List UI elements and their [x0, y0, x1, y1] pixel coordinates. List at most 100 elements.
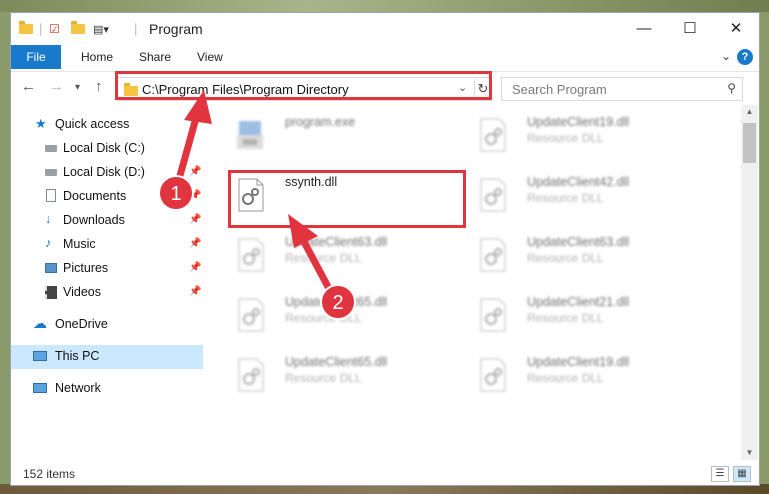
file-name: UpdateClient65.dll	[285, 355, 388, 369]
sidebar-item-label: Downloads	[63, 213, 125, 227]
file-item[interactable]: UpdateClient65.dll Resource DLL	[227, 289, 467, 339]
address-highlight-box	[115, 71, 492, 100]
up-arrow-icon[interactable]: ↑	[95, 78, 103, 95]
scroll-up-icon[interactable]: ▲	[741, 105, 758, 119]
dll-file-icon	[480, 358, 506, 392]
search-icon[interactable]: ⚲	[727, 81, 736, 95]
file-type: Resource DLL	[285, 311, 362, 325]
pin-icon[interactable]: 📌	[189, 262, 201, 273]
sidebar-item-videos[interactable]: Videos 📌	[11, 281, 203, 305]
file-name: UpdateClient63.dll	[527, 235, 630, 249]
sidebar-item-network[interactable]: Network	[11, 377, 203, 401]
dll-file-icon	[480, 118, 506, 152]
file-item[interactable]: UpdateClient42.dll Resource DLL	[469, 169, 709, 219]
file-item[interactable]: UpdateClient63.dll Resource DLL	[227, 229, 467, 279]
file-item-program-exe[interactable]: program.exe	[227, 109, 467, 159]
sidebar-item-this-pc[interactable]: This PC	[11, 345, 203, 369]
file-type: Resource DLL	[527, 371, 604, 385]
dll-file-icon	[480, 238, 506, 272]
drive-icon	[45, 145, 57, 152]
file-name: UpdateClient63.dll	[285, 235, 388, 249]
close-button[interactable]: ✕	[713, 13, 759, 45]
exe-file-icon	[237, 121, 263, 149]
file-type: Resource DLL	[527, 131, 604, 145]
sidebar-item-label: Local Disk (C:)	[63, 141, 145, 155]
file-name: UpdateClient19.dll	[527, 355, 630, 369]
navigation-pane: ★ Quick access Local Disk (C:) Local Dis…	[11, 105, 205, 460]
pictures-icon	[45, 263, 57, 273]
folder-icon	[19, 21, 33, 34]
file-name: UpdateClient19.dll	[527, 115, 630, 129]
dll-file-icon	[238, 238, 264, 272]
sidebar-item-label: Local Disk (D:)	[63, 165, 145, 179]
sidebar-item-local-disk-c[interactable]: Local Disk (C:)	[11, 137, 203, 161]
sidebar-item-label: Quick access	[55, 117, 130, 131]
file-name: program.exe	[285, 115, 356, 129]
dll-file-icon	[238, 298, 264, 332]
file-item[interactable]: UpdateClient65.dll Resource DLL	[227, 349, 467, 399]
title-bar: | ☑ ▤▾ | Program — ☐ ✕	[11, 13, 759, 45]
scroll-thumb[interactable]	[743, 123, 756, 163]
vertical-scrollbar[interactable]: ▲ ▼	[741, 105, 758, 460]
file-type: Resource DLL	[285, 371, 362, 385]
separator: |	[134, 21, 138, 36]
tab-file[interactable]: File	[11, 45, 61, 69]
sidebar-item-local-disk-d[interactable]: Local Disk (D:) 📌	[11, 161, 203, 185]
properties-icon[interactable]: ☑	[49, 22, 60, 36]
search-placeholder: Search Program	[512, 82, 607, 97]
search-input[interactable]: Search Program ⚲	[501, 77, 743, 101]
star-icon: ★	[35, 116, 47, 131]
downloads-icon: ↓	[45, 212, 52, 226]
sidebar-item-music[interactable]: ♪ Music 📌	[11, 233, 203, 257]
file-type: Resource DLL	[527, 191, 604, 205]
item-count: 152 items	[23, 467, 76, 481]
scroll-down-icon[interactable]: ▼	[741, 446, 758, 460]
sidebar-item-label: OneDrive	[55, 317, 108, 331]
sidebar-item-label: Videos	[63, 285, 101, 299]
file-item[interactable]: UpdateClient19.dll Resource DLL	[469, 349, 709, 399]
file-type: Resource DLL	[285, 251, 362, 265]
back-arrow-icon[interactable]: ←	[21, 78, 36, 95]
sidebar-item-downloads[interactable]: ↓ Downloads 📌	[11, 209, 203, 233]
large-icons-view-icon[interactable]: ▦	[733, 466, 751, 482]
sidebar-item-label: Documents	[63, 189, 127, 203]
minimize-button[interactable]: —	[621, 13, 667, 45]
pin-icon[interactable]: 📌	[189, 190, 201, 201]
file-item[interactable]: UpdateClient19.dll Resource DLL	[469, 109, 709, 159]
sidebar-item-label: Music	[63, 237, 96, 251]
file-item[interactable]: UpdateClient21.dll Resource DLL	[469, 289, 709, 339]
pin-icon[interactable]: 📌	[189, 166, 201, 177]
file-name: UpdateClient21.dll	[527, 295, 630, 309]
dll-file-icon	[480, 178, 506, 212]
dll-file-icon	[480, 298, 506, 332]
help-icon[interactable]: ?	[737, 49, 753, 65]
sidebar-item-pictures[interactable]: Pictures 📌	[11, 257, 203, 281]
pin-icon[interactable]: 📌	[189, 238, 201, 249]
file-type: Resource DLL	[527, 311, 604, 325]
tab-home[interactable]: Home	[81, 45, 113, 69]
file-type: Resource DLL	[527, 251, 604, 265]
dll-file-icon	[238, 358, 264, 392]
sidebar-item-label: Pictures	[63, 261, 109, 275]
sidebar-item-onedrive[interactable]: ☁ OneDrive	[11, 313, 203, 337]
status-bar: 152 items ☰ ▦	[11, 462, 759, 485]
sidebar-item-quick-access[interactable]: ★ Quick access	[11, 113, 203, 137]
recent-locations-icon[interactable]: ▾	[75, 82, 80, 93]
file-highlight-box	[228, 170, 466, 228]
new-folder-icon[interactable]	[71, 21, 85, 34]
tab-view[interactable]: View	[197, 45, 223, 69]
maximize-button[interactable]: ☐	[667, 13, 713, 45]
forward-arrow-icon[interactable]: →	[49, 78, 64, 95]
details-view-icon[interactable]: ☰	[711, 466, 729, 482]
file-item[interactable]: UpdateClient63.dll Resource DLL	[469, 229, 709, 279]
network-icon	[33, 383, 47, 393]
pin-icon[interactable]: 📌	[189, 214, 201, 225]
separator: |	[39, 21, 43, 36]
expand-ribbon-icon[interactable]: ⌄	[721, 49, 731, 63]
computer-icon	[33, 351, 47, 361]
sidebar-item-documents[interactable]: Documents 📌	[11, 185, 203, 209]
customize-icon[interactable]: ▤▾	[93, 23, 109, 36]
tab-share[interactable]: Share	[139, 45, 171, 69]
pin-icon[interactable]: 📌	[189, 286, 201, 297]
file-list: program.exe UpdateClient19.dll Resource …	[207, 105, 741, 460]
